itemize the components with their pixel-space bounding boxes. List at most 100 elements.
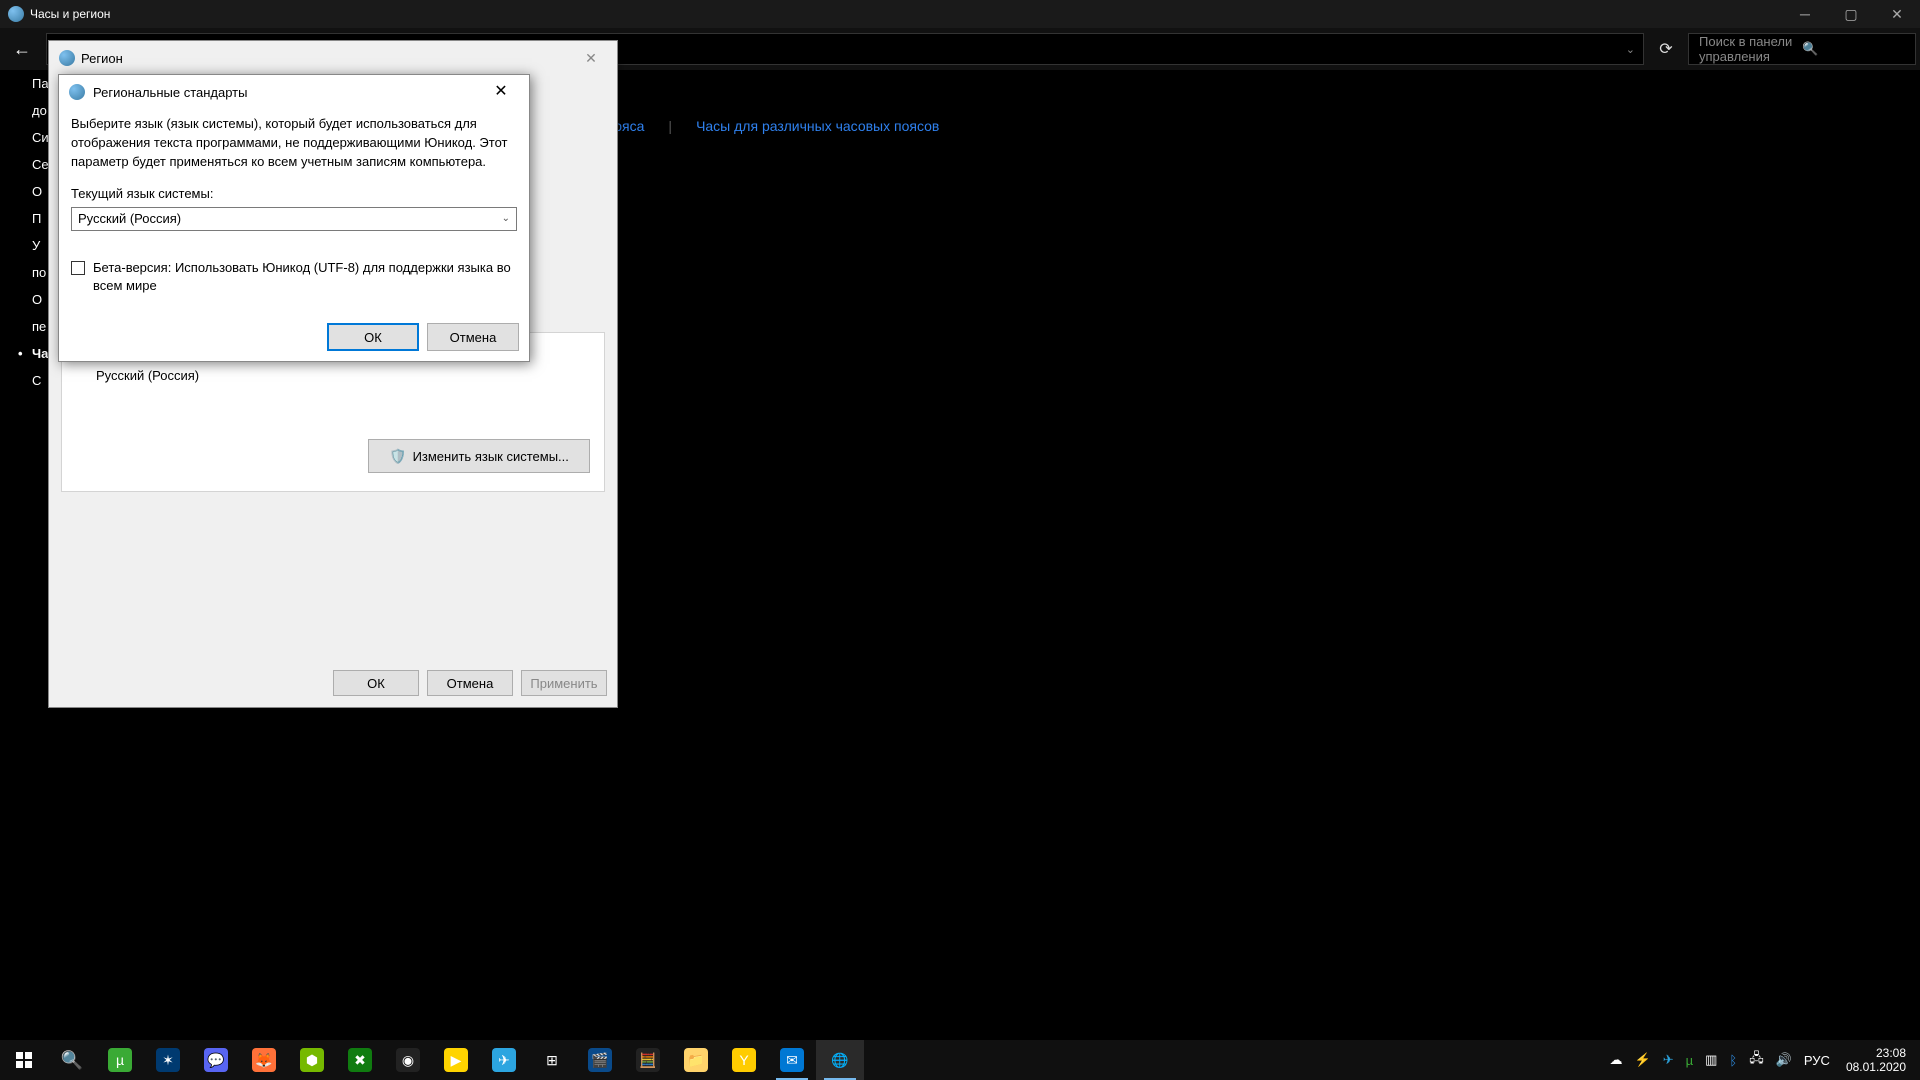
nonunicode-value: Русский (Россия) [96,368,590,383]
taskbar-app-potplayer[interactable]: ▶ [432,1040,480,1080]
globe-icon [69,84,85,100]
beta-utf8-checkbox[interactable] [71,261,85,275]
cancel-button[interactable]: Отмена [427,323,519,351]
taskbar-app-discord[interactable]: 💬 [192,1040,240,1080]
modal-title: Региональные стандарты [93,85,247,100]
titlebar: Часы и регион ─ ▢ ✕ [0,0,1920,28]
window-title: Часы и регион [30,7,110,21]
utorrent-tray-icon[interactable]: µ [1680,1040,1700,1080]
mail-icon: ✉ [780,1048,804,1072]
yandex-icon: Y [732,1048,756,1072]
taskbar-left: 🔍 µ ✶ 💬 🦊 ⬢ ✖ ◉ ▶ ✈ ⊞ 🎬 🧮 📁 Y ✉ 🌐 [0,1040,864,1080]
ok-button[interactable]: ОК [327,323,419,351]
sidebar-item[interactable]: Ча [0,340,48,367]
explorer-icon: 📁 [684,1048,708,1072]
link-additional-clocks[interactable]: Часы для различных часовых поясов [696,118,939,134]
system-tray: ☁ ⚡ ✈ µ ▥ ᛒ 🖧 🔊 РУС 23:08 08.01.2020 [1604,1040,1920,1080]
clock-time: 23:08 [1876,1046,1906,1060]
cancel-button[interactable]: Отмена [427,670,513,696]
taskbar-app-videos[interactable]: 🎬 [576,1040,624,1080]
firefox-icon: 🦊 [252,1048,276,1072]
chevron-down-icon: ⌄ [502,213,510,224]
clock-date: 08.01.2020 [1846,1060,1906,1074]
content-links: о пояса | Часы для различных часовых поя… [595,118,939,134]
globe-icon [8,6,24,22]
minimize-button[interactable]: ─ [1782,0,1828,28]
sidebar-item[interactable]: Си [0,124,48,151]
clock[interactable]: 23:08 08.01.2020 [1836,1046,1916,1075]
close-icon[interactable]: ✕ [483,78,519,106]
win-flag-icon: ⊞ [540,1048,564,1072]
telegram-icon: ✈ [492,1048,516,1072]
sidebar-item[interactable]: Па [0,70,48,97]
search-placeholder: Поиск в панели управления [1699,34,1802,64]
sidebar-item[interactable]: по [0,259,48,286]
close-button[interactable]: ✕ [1874,0,1920,28]
chevron-down-icon[interactable]: ⌄ [1626,43,1635,56]
current-locale-label: Текущий язык системы: [71,186,517,201]
system-locale-value: Русский (Россия) [78,211,181,226]
maximize-button[interactable]: ▢ [1828,0,1874,28]
nvidia-icon: ⬢ [300,1048,324,1072]
close-icon[interactable]: ✕ [575,50,607,67]
refresh-button[interactable]: ⟳ [1650,33,1682,65]
volume-icon[interactable]: 🔊 [1770,1040,1798,1080]
apply-button[interactable]: Применить [521,670,607,696]
obs-icon: ◉ [396,1048,420,1072]
taskbar-app-utorrent[interactable]: µ [96,1040,144,1080]
modal-titlebar: Региональные стандарты ✕ [59,75,529,109]
network-icon[interactable]: 🖧 [1743,1040,1770,1080]
videos-icon: 🎬 [588,1048,612,1072]
region-dialog-title: Регион [81,51,123,66]
onedrive-icon[interactable]: ☁ [1604,1040,1629,1080]
back-button[interactable]: ← [4,31,40,67]
sidebar-item[interactable]: П [0,205,48,232]
search-icon: 🔍 [1802,41,1905,57]
search-input[interactable]: Поиск в панели управления 🔍 [1688,33,1916,65]
discord-icon: 💬 [204,1048,228,1072]
xbox-icon: ✖ [348,1048,372,1072]
taskbar-app-mail[interactable]: ✉ [768,1040,816,1080]
sidebar-item[interactable]: Се [0,151,48,178]
sidebar-item[interactable]: С [0,367,48,394]
sidebar-item[interactable]: пе [0,313,48,340]
taskbar-app-xbox[interactable]: ✖ [336,1040,384,1080]
taskbar-app-calculator[interactable]: 🧮 [624,1040,672,1080]
beta-utf8-label: Бета-версия: Использовать Юникод (UTF-8)… [93,259,517,295]
taskbar-app-win-flag[interactable]: ⊞ [528,1040,576,1080]
potplayer-icon: ▶ [444,1048,468,1072]
battlenet-icon: ✶ [156,1048,180,1072]
sidebar-item[interactable]: О [0,178,48,205]
ok-button[interactable]: ОК [333,670,419,696]
region-icon: 🌐 [828,1048,852,1072]
region-dialog-titlebar: Регион ✕ [49,41,617,75]
sidebar-item[interactable]: О [0,286,48,313]
app-tray-icon[interactable]: ▥ [1699,1040,1723,1080]
modal-description: Выберите язык (язык системы), который бу… [71,115,517,172]
telegram-tray-icon[interactable]: ✈ [1657,1040,1680,1080]
taskbar-app-region[interactable]: 🌐 [816,1040,864,1080]
regional-standards-modal: Региональные стандарты ✕ Выберите язык (… [58,74,530,362]
taskbar-app-battlenet[interactable]: ✶ [144,1040,192,1080]
utorrent-icon: µ [108,1048,132,1072]
taskbar-app-nvidia[interactable]: ⬢ [288,1040,336,1080]
bluetooth-icon[interactable]: ᛒ [1723,1040,1743,1080]
calculator-icon: 🧮 [636,1048,660,1072]
taskbar-app-explorer[interactable]: 📁 [672,1040,720,1080]
language-indicator[interactable]: РУС [1798,1040,1836,1080]
taskbar-app-firefox[interactable]: 🦊 [240,1040,288,1080]
windows-icon [16,1052,32,1068]
taskbar-app-telegram[interactable]: ✈ [480,1040,528,1080]
change-system-locale-button[interactable]: 🛡️ Изменить язык системы... [368,439,590,473]
lightning-icon[interactable]: ⚡ [1629,1040,1657,1080]
sidebar-item[interactable]: до [0,97,48,124]
region-dialog-footer: ОК Отмена Применить [49,659,617,707]
sidebar: ПадоСиСеОПУпоОпеЧаС [0,70,48,670]
taskbar-app-obs[interactable]: ◉ [384,1040,432,1080]
system-locale-dropdown[interactable]: Русский (Россия) ⌄ [71,207,517,231]
taskbar-app-yandex[interactable]: Y [720,1040,768,1080]
taskbar: 🔍 µ ✶ 💬 🦊 ⬢ ✖ ◉ ▶ ✈ ⊞ 🎬 🧮 📁 Y ✉ 🌐 ☁ ⚡ ✈ µ ▥ ᛒ 🖧 🔊 РУС 2… [0,1040,1920,1080]
search-button[interactable]: 🔍 [48,1040,96,1080]
sidebar-item[interactable]: У [0,232,48,259]
start-button[interactable] [0,1040,48,1080]
